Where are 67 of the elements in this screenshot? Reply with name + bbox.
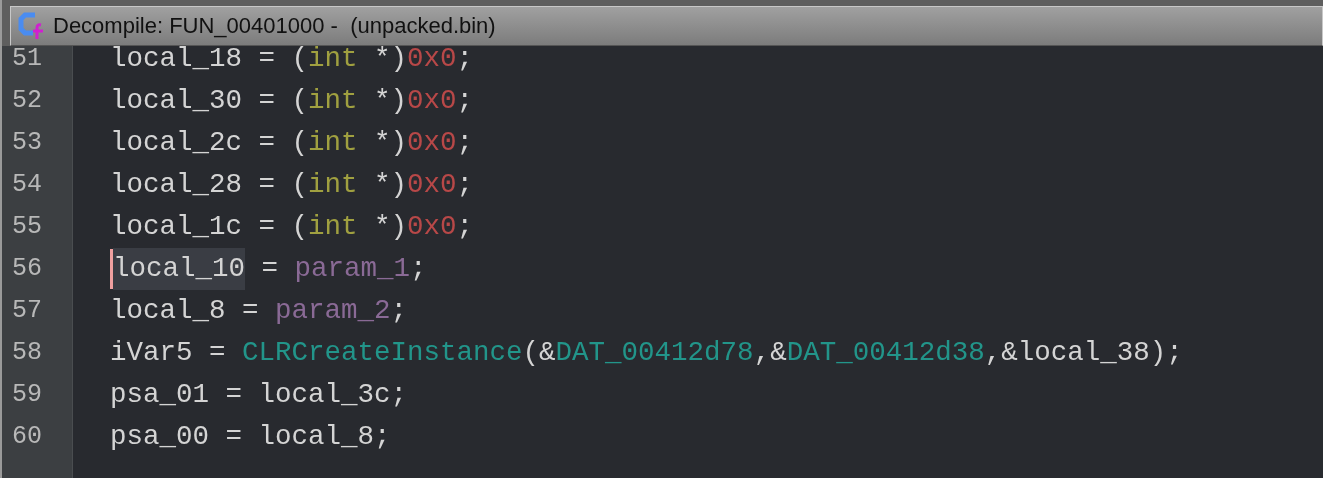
code-text: ,& <box>753 336 787 370</box>
variable-name: local_8 <box>258 420 375 454</box>
variable-name: local_38 <box>1017 336 1150 370</box>
code-text: ; <box>456 84 474 118</box>
line-number: 59 <box>12 380 42 409</box>
code-text: *) <box>373 210 408 244</box>
code-text: ; <box>390 294 408 328</box>
type-keyword: int <box>308 126 358 160</box>
code-text: *) <box>373 84 408 118</box>
constant-value: 0x0 <box>407 210 457 244</box>
variable-name: local_3c <box>258 378 391 412</box>
code-text: ; <box>456 168 474 202</box>
code-text: ,& <box>984 336 1018 370</box>
constant-value: 0x0 <box>407 126 457 160</box>
code-text: = <box>260 252 280 286</box>
window-title: Decompile: FUN_00401000 - (unpacked.bin) <box>53 13 496 39</box>
type-keyword: int <box>308 46 358 76</box>
line-number: 57 <box>12 296 42 325</box>
constant-value: 0x0 <box>407 168 457 202</box>
code-text: ; <box>456 210 474 244</box>
code-text: ; <box>390 378 408 412</box>
code-text: = ( <box>257 210 309 244</box>
line-number: 51 <box>12 46 42 73</box>
code-text: ; <box>374 420 391 454</box>
line-number: 55 <box>12 212 42 241</box>
line-number: 54 <box>12 170 42 199</box>
type-keyword: int <box>308 210 358 244</box>
code-text: = ( <box>257 168 309 202</box>
variable-name: psa_01 <box>110 378 210 412</box>
code-text: = <box>224 420 244 454</box>
global-symbol: DAT_00412d78 <box>555 336 754 370</box>
code-text: ; <box>410 252 427 286</box>
code-text: = <box>241 294 260 328</box>
variable-name: local_30 <box>110 84 243 118</box>
parameter-name: param_1 <box>294 252 411 286</box>
code-text: = ( <box>257 84 309 118</box>
constant-value: 0x0 <box>407 46 457 76</box>
line-number: 58 <box>12 338 42 367</box>
code-text: = ( <box>257 126 309 160</box>
variable-name: local_1c <box>110 210 243 244</box>
line-number: 60 <box>12 422 42 451</box>
code-text: = ( <box>257 46 309 76</box>
variable-name: local_10 <box>113 248 246 290</box>
code-text: *) <box>373 126 408 160</box>
line-number: 56 <box>12 254 42 283</box>
variable-name: psa_00 <box>110 420 210 454</box>
variable-name: iVar5 <box>110 336 193 370</box>
variable-name: local_2c <box>110 126 243 160</box>
parameter-name: param_2 <box>275 294 391 328</box>
constant-value: 0x0 <box>407 84 457 118</box>
function-name: CLRCreateInstance <box>242 336 523 370</box>
type-keyword: int <box>308 168 358 202</box>
code-text: ); <box>1149 336 1183 370</box>
variable-name: local_8 <box>110 294 226 328</box>
code-text: (& <box>522 336 556 370</box>
line-number: 53 <box>12 128 42 157</box>
code-text: *) <box>373 46 408 76</box>
code-text: *) <box>373 168 408 202</box>
code-text: = <box>224 378 244 412</box>
code-text: ; <box>456 126 474 160</box>
type-keyword: int <box>308 84 358 118</box>
code-text: ; <box>456 46 474 76</box>
code-text: = <box>208 336 227 370</box>
global-symbol: DAT_00412d38 <box>786 336 985 370</box>
variable-name: local_18 <box>110 46 243 76</box>
line-number: 52 <box>12 86 42 115</box>
variable-name: local_28 <box>110 168 243 202</box>
